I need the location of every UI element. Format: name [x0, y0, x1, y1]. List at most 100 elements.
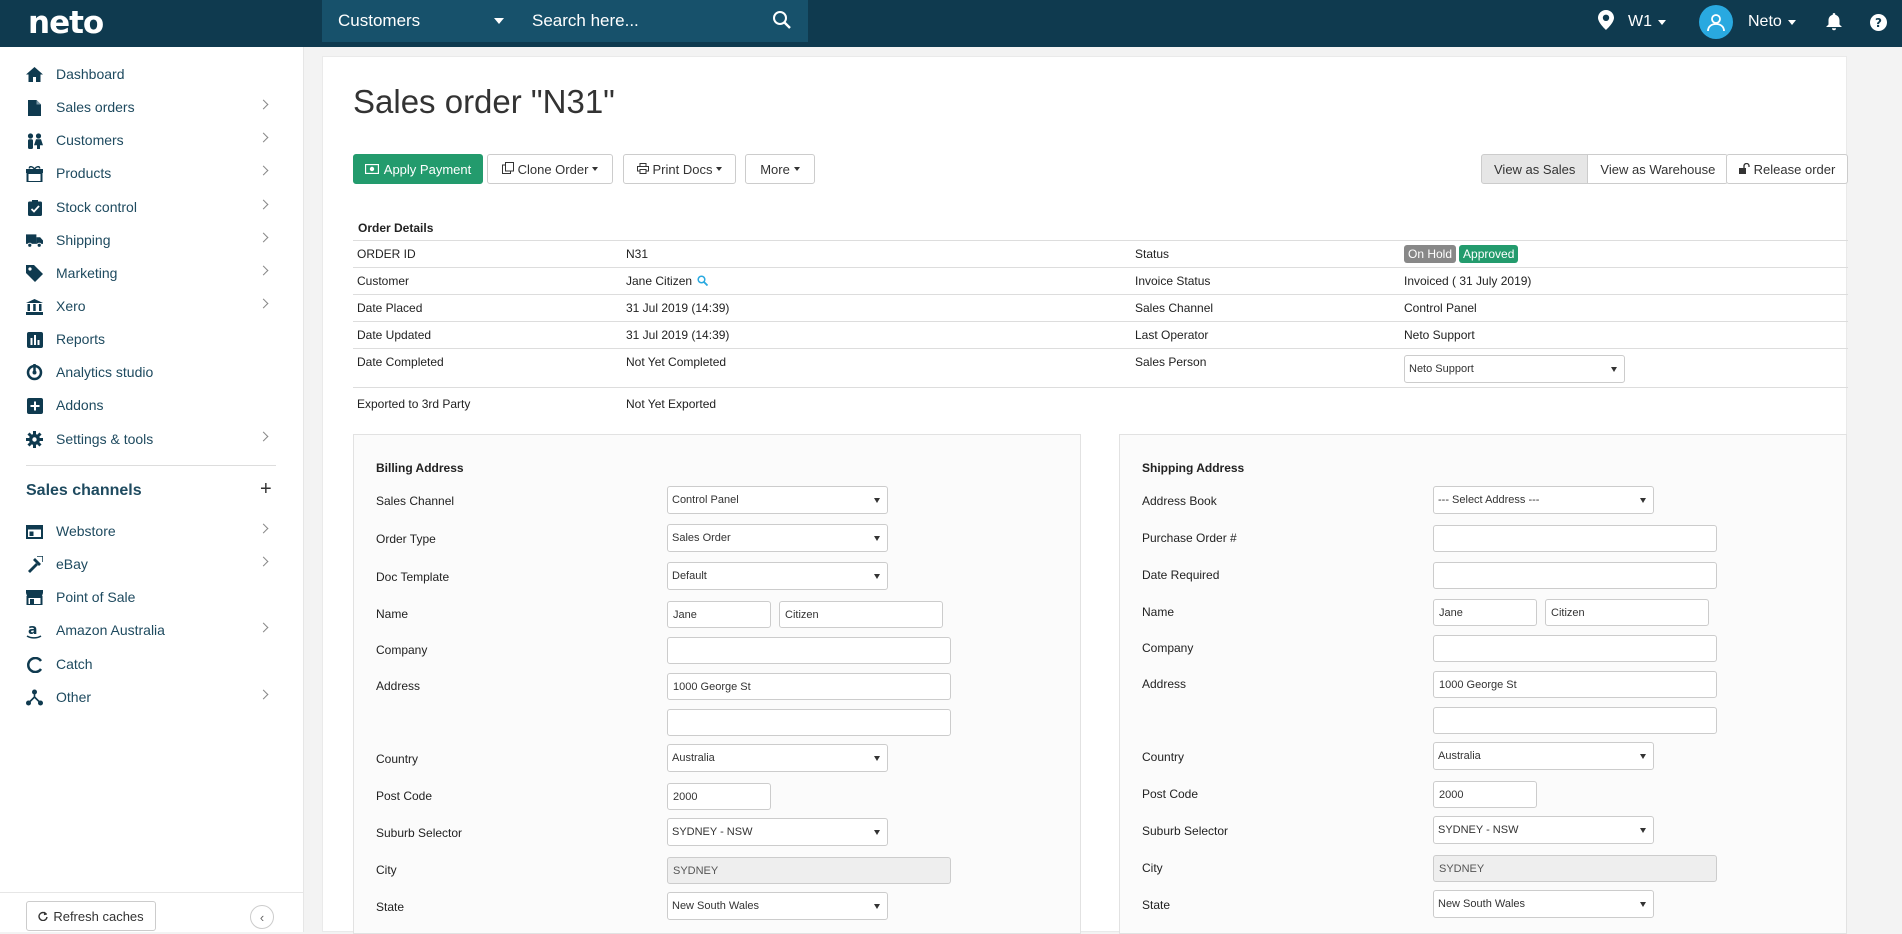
shipping-suburb-label: Suburb Selector — [1142, 824, 1229, 838]
doc-template-select[interactable]: Default — [667, 562, 888, 590]
chevron-right-icon — [258, 622, 269, 633]
sidebar-item-other[interactable]: Other — [0, 682, 304, 712]
search-input[interactable] — [518, 0, 808, 42]
sidebar-item-ebay[interactable]: eBay — [0, 549, 304, 579]
billing-first-name-input[interactable]: Jane — [667, 601, 771, 628]
address-book-select[interactable]: --- Select Address --- — [1433, 486, 1654, 514]
sales-channel-label: Sales Channel — [1135, 301, 1214, 315]
sidebar-item-marketing[interactable]: Marketing — [0, 258, 304, 288]
location-selector[interactable]: W1 — [1598, 0, 1666, 44]
sidebar-item-stock-control[interactable]: Stock control — [0, 192, 304, 222]
billing-name-label: Name — [376, 607, 409, 621]
sidebar-item-reports[interactable]: Reports — [0, 324, 304, 354]
collapse-sidebar-button[interactable]: ‹ — [250, 905, 274, 929]
shipping-suburb-value: SYDNEY - NSW — [1438, 824, 1519, 836]
chevron-right-icon — [258, 99, 269, 110]
shipping-suburb-select[interactable]: SYDNEY - NSW — [1433, 816, 1654, 844]
sidebar-item-xero[interactable]: Xero — [0, 291, 304, 321]
billing-state-select[interactable]: New South Wales — [667, 892, 888, 920]
sales-person-select[interactable]: Neto Support — [1404, 355, 1625, 383]
release-order-button[interactable]: Release order — [1726, 154, 1848, 184]
billing-last-name-input[interactable]: Citizen — [779, 601, 943, 628]
date-required-input[interactable] — [1433, 562, 1717, 589]
customer-label: Customer — [357, 274, 410, 288]
billing-address1-input[interactable]: 1000 George St — [667, 673, 951, 700]
sidebar-item-catch[interactable]: Catch — [0, 649, 304, 679]
sidebar-item-label: Addons — [56, 397, 104, 413]
search-icon[interactable] — [772, 10, 792, 35]
sidebar-item-label: Settings & tools — [56, 431, 154, 447]
billing-state-value: New South Wales — [672, 900, 760, 912]
sidebar-item-label: Customers — [56, 132, 124, 148]
billing-state-label: State — [376, 900, 405, 914]
top-bar: neto Customers W1 Neto ? — [0, 0, 1902, 47]
chevron-down-icon — [592, 167, 599, 171]
shipping-country-select[interactable]: Australia — [1433, 742, 1654, 770]
shipping-last-name-input[interactable]: Citizen — [1545, 599, 1709, 626]
sidebar-item-label: Webstore — [56, 523, 116, 539]
billing-address2-input[interactable] — [667, 709, 951, 736]
billing-suburb-label: Suburb Selector — [376, 826, 463, 840]
sidebar-item-webstore[interactable]: Webstore — [0, 516, 304, 546]
apply-payment-button[interactable]: Apply Payment — [353, 154, 483, 184]
shipping-postcode-input[interactable]: 2000 — [1433, 781, 1537, 808]
more-button[interactable]: More — [745, 154, 815, 184]
sidebar-item-sales-orders[interactable]: Sales orders — [0, 92, 304, 122]
billing-company-input[interactable] — [667, 637, 951, 664]
billing-suburb-select[interactable]: SYDNEY - NSW — [667, 818, 888, 846]
chevron-down-icon — [1787, 19, 1796, 25]
sidebar-item-addons[interactable]: Addons — [0, 390, 304, 420]
add-channel-icon[interactable]: + — [260, 478, 272, 501]
shipping-company-label: Company — [1142, 641, 1194, 655]
billing-sales-channel-select[interactable]: Control Panel — [667, 486, 888, 514]
bell-icon[interactable] — [1826, 0, 1842, 44]
main-content: Sales order "N31" Apply Payment Clone Or… — [322, 56, 1848, 934]
sidebar-item-label: Stock control — [56, 199, 137, 215]
chevron-down-icon — [1658, 19, 1666, 25]
billing-postcode-input[interactable]: 2000 — [667, 783, 771, 810]
shipping-company-input[interactable] — [1433, 635, 1717, 662]
sidebar-item-dashboard[interactable]: Dashboard — [0, 59, 304, 89]
search-scope-select[interactable]: Customers — [322, 0, 518, 42]
billing-country-label: Country — [376, 752, 419, 766]
sidebar-item-shipping[interactable]: Shipping — [0, 225, 304, 255]
help-icon[interactable]: ? — [1870, 0, 1887, 44]
print-docs-button[interactable]: Print Docs — [623, 154, 736, 184]
sidebar-item-point-of-sale[interactable]: Point of Sale — [0, 582, 304, 612]
shipping-state-select[interactable]: New South Wales — [1433, 890, 1654, 918]
shipping-name-label: Name — [1142, 605, 1175, 619]
shipping-first-name-input[interactable]: Jane — [1433, 599, 1537, 626]
clone-order-button[interactable]: Clone Order — [487, 154, 613, 184]
sidebar-item-amazon-australia[interactable]: a Amazon Australia — [0, 615, 304, 645]
refresh-caches-button[interactable]: Refresh caches — [26, 901, 156, 931]
sidebar-item-label: Xero — [56, 298, 86, 314]
magnifier-icon[interactable] — [697, 275, 709, 289]
shipping-address2-input[interactable] — [1433, 707, 1717, 734]
user-menu[interactable]: Neto — [1699, 0, 1796, 44]
search-bar: Customers — [322, 0, 808, 42]
billing-postcode-label: Post Code — [376, 789, 433, 803]
sidebar-item-label: Reports — [56, 331, 106, 347]
webstore-icon — [26, 523, 43, 540]
billing-city-label: City — [376, 863, 397, 877]
printer-icon — [636, 162, 649, 177]
chevron-right-icon — [258, 431, 269, 442]
last-operator-label: Last Operator — [1135, 328, 1209, 342]
customer-link[interactable]: Jane Citizen — [626, 274, 692, 288]
billing-country-select[interactable]: Australia — [667, 744, 888, 772]
sidebar-item-products[interactable]: Products — [0, 158, 304, 188]
billing-city-input: SYDNEY — [667, 857, 951, 884]
chevron-right-icon — [258, 523, 269, 534]
chevron-down-icon — [1611, 367, 1617, 372]
view-as-sales-button[interactable]: View as Sales — [1481, 154, 1589, 184]
shipping-address1-input[interactable]: 1000 George St — [1433, 671, 1717, 698]
neto-logo[interactable]: neto — [28, 5, 104, 41]
purchase-order-input[interactable] — [1433, 525, 1717, 552]
status-label: Status — [1135, 247, 1170, 261]
view-as-warehouse-button[interactable]: View as Warehouse — [1588, 154, 1729, 184]
sidebar-item-settings-tools[interactable]: Settings & tools — [0, 424, 304, 454]
store-icon — [26, 589, 43, 606]
sidebar-item-customers[interactable]: Customers — [0, 125, 304, 155]
order-type-select[interactable]: Sales Order — [667, 524, 888, 552]
sidebar-item-analytics-studio[interactable]: Analytics studio — [0, 357, 304, 387]
